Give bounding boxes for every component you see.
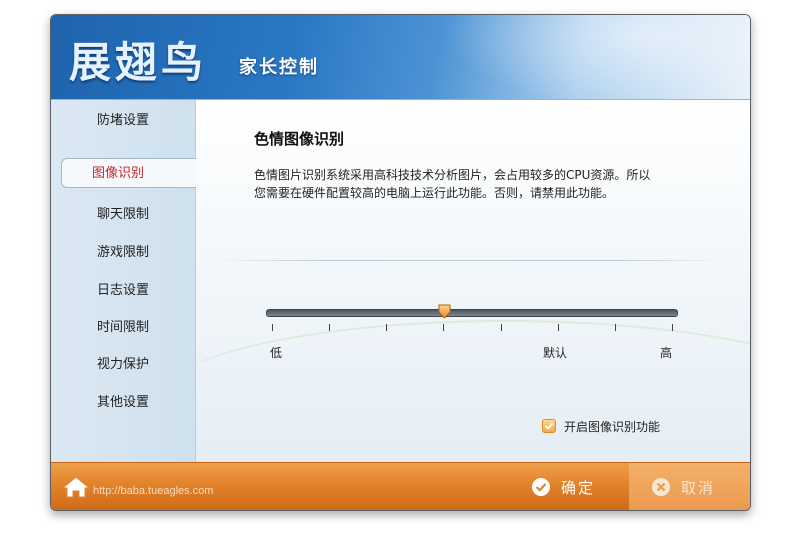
- x-circle-icon: [652, 478, 670, 496]
- footer-bar: http://baba.tueagles.com 确定 取消: [51, 462, 750, 510]
- enable-image-recognition-label: 开启图像识别功能: [564, 419, 661, 434]
- website-url[interactable]: http://baba.tueagles.com: [93, 485, 213, 497]
- ok-button[interactable]: 确定: [531, 463, 631, 510]
- slider-label-low: 低: [270, 346, 283, 360]
- header: 展翅鸟 家长控制: [51, 15, 750, 115]
- enable-image-recognition-checkbox[interactable]: [542, 419, 556, 433]
- sidebar-item-time-limit[interactable]: 时间限制: [51, 313, 195, 343]
- sidebar-item-eye-protection[interactable]: 视力保护: [51, 350, 195, 380]
- main-content: 色情图像识别 色情图片识别系统采用高科技技术分析图片，会占用较多的CPU资源。所…: [196, 100, 750, 462]
- sidebar-item-image-recognition[interactable]: 图像识别: [61, 158, 196, 188]
- slider-tick: [557, 324, 559, 331]
- slider-ticks: [196, 100, 750, 462]
- slider-label-high: 高: [660, 346, 673, 360]
- home-icon[interactable]: [61, 475, 91, 499]
- sensitivity-slider-thumb[interactable]: [438, 304, 451, 319]
- sidebar-item-log-settings[interactable]: 日志设置: [51, 276, 195, 306]
- slider-tick: [614, 324, 616, 331]
- enable-image-recognition[interactable]: 开启图像识别功能: [542, 418, 660, 434]
- slider-label-default: 默认: [543, 346, 568, 360]
- checkmark-icon: [544, 422, 554, 430]
- app-subtitle: 家长控制: [239, 57, 319, 78]
- slider-tick: [329, 324, 331, 331]
- slider-tick: [500, 324, 502, 331]
- sidebar: 防堵设置 图像识别 聊天限制 游戏限制 日志设置 时间限制 视力保护 其他设置: [51, 100, 196, 462]
- slider-tick: [443, 324, 445, 331]
- slider-tick: [386, 324, 388, 331]
- cancel-button[interactable]: 取消: [629, 463, 750, 510]
- slider-thumb-icon: [438, 304, 451, 319]
- slider-tick: [272, 324, 273, 331]
- brand-logo: 展翅鸟: [69, 38, 208, 87]
- ok-button-label: 确定: [561, 478, 596, 497]
- sidebar-item-other-settings[interactable]: 其他设置: [51, 388, 195, 418]
- slider-tick: [672, 324, 673, 331]
- sidebar-item-anti-block[interactable]: 防堵设置: [51, 106, 195, 136]
- sidebar-item-game-limit[interactable]: 游戏限制: [51, 238, 195, 268]
- sidebar-item-chat-limit[interactable]: 聊天限制: [51, 200, 195, 230]
- cancel-button-label: 取消: [681, 478, 716, 497]
- check-circle-icon: [532, 478, 550, 496]
- app-window: 展翅鸟 家长控制 防堵设置 图像识别 聊天限制 游戏限制 日志设置 时间限制 视…: [50, 14, 751, 511]
